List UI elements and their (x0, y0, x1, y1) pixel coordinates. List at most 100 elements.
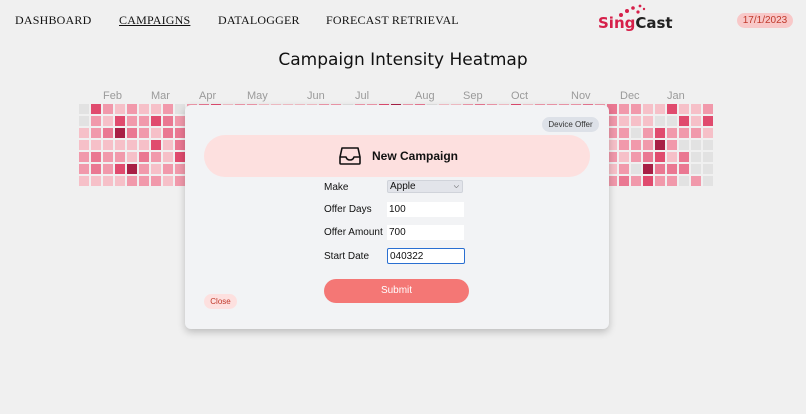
heatmap-cell (631, 116, 641, 126)
heatmap-cell (631, 176, 641, 186)
modal-header: New Campaign (204, 135, 590, 177)
page-title: Campaign Intensity Heatmap (278, 50, 528, 70)
heatmap-cell (631, 128, 641, 138)
heatmap-cell (115, 116, 125, 126)
heatmap-cell (91, 164, 101, 174)
heatmap-cell (139, 128, 149, 138)
heatmap-cell (163, 152, 173, 162)
heatmap-cell (115, 164, 125, 174)
heatmap-cell (163, 128, 173, 138)
logo-part-sing: Sing (598, 14, 636, 32)
offer-days-label: Offer Days (324, 204, 372, 215)
heatmap-cell (703, 140, 713, 150)
heatmap-cell (151, 128, 161, 138)
heatmap-cell (679, 140, 689, 150)
heatmap-cell (163, 104, 173, 114)
offer-days-input[interactable]: 100 (387, 202, 464, 217)
start-date-input[interactable]: 040322 (387, 248, 465, 264)
heatmap-cell (163, 176, 173, 186)
device-offer-badge[interactable]: Device Offer (542, 117, 599, 132)
heatmap-cell (703, 128, 713, 138)
heatmap-cell (667, 104, 677, 114)
heatmap-cell (151, 140, 161, 150)
heatmap-cell (703, 176, 713, 186)
heatmap-cell (691, 176, 701, 186)
heatmap-cell (91, 140, 101, 150)
heatmap-cell (79, 164, 89, 174)
heatmap-cell (79, 116, 89, 126)
heatmap-cell (115, 128, 125, 138)
nav-datalogger[interactable]: DATALOGGER (218, 13, 300, 28)
heatmap-cell (91, 128, 101, 138)
heatmap-cell (679, 116, 689, 126)
heatmap-cell (703, 116, 713, 126)
heatmap-cell (643, 104, 653, 114)
heatmap-cell (175, 140, 185, 150)
heatmap-cell (667, 164, 677, 174)
top-nav: DASHBOARD CAMPAIGNS DATALOGGER FORECAST … (0, 0, 806, 40)
heatmap-cell (151, 116, 161, 126)
heatmap-cell (619, 164, 629, 174)
heatmap-cell (79, 152, 89, 162)
heatmap-cell (631, 104, 641, 114)
heatmap-cell (127, 140, 137, 150)
new-campaign-modal: Device Offer New Campaign Make Apple ⌵ O… (185, 105, 609, 329)
heatmap-cell (175, 128, 185, 138)
heatmap-cell (163, 140, 173, 150)
heatmap-cell (79, 176, 89, 186)
heatmap-cell (667, 128, 677, 138)
heatmap-cell (679, 164, 689, 174)
heatmap-cell (667, 140, 677, 150)
heatmap-cell (139, 116, 149, 126)
heatmap-cell (91, 104, 101, 114)
heatmap-cell (655, 164, 665, 174)
heatmap-cell (655, 176, 665, 186)
heatmap-cell (691, 164, 701, 174)
nav-dashboard[interactable]: DASHBOARD (15, 13, 91, 28)
nav-forecast-retrieval[interactable]: FORECAST RETRIEVAL (326, 13, 459, 28)
logo-part-cast: Cast (635, 14, 673, 32)
offer-amount-input[interactable]: 700 (387, 225, 464, 240)
heatmap-cell (103, 104, 113, 114)
heatmap-cell (115, 104, 125, 114)
heatmap-cell (103, 152, 113, 162)
heatmap-cell (175, 152, 185, 162)
month-label: Aug (415, 90, 435, 102)
heatmap-cell (679, 152, 689, 162)
heatmap-cell (127, 116, 137, 126)
heatmap-cell (655, 152, 665, 162)
start-date-label: Start Date (324, 251, 370, 262)
heatmap-cell (151, 176, 161, 186)
close-button[interactable]: Close (204, 294, 237, 309)
heatmap-cell (79, 128, 89, 138)
heatmap-cell (655, 116, 665, 126)
heatmap-cell (139, 152, 149, 162)
heatmap-cell (127, 152, 137, 162)
heatmap-cell (103, 176, 113, 186)
heatmap-cell (115, 140, 125, 150)
heatmap-cell (655, 128, 665, 138)
heatmap-cell (175, 104, 185, 114)
submit-button[interactable]: Submit (324, 279, 469, 303)
heatmap-cell (175, 164, 185, 174)
heatmap-cell (667, 152, 677, 162)
heatmap-cell (667, 116, 677, 126)
make-label: Make (324, 182, 349, 193)
modal-title: New Campaign (372, 149, 459, 163)
nav-campaigns[interactable]: CAMPAIGNS (119, 13, 190, 28)
singcast-logo[interactable]: SingCast (598, 14, 673, 32)
heatmap-cell (127, 104, 137, 114)
heatmap-cell (691, 104, 701, 114)
heatmap-cell (163, 116, 173, 126)
heatmap-cell (103, 128, 113, 138)
heatmap-cell (619, 176, 629, 186)
make-select[interactable]: Apple ⌵ (387, 180, 463, 193)
heatmap-cell (79, 104, 89, 114)
heatmap-cell (619, 152, 629, 162)
offer-amount-label: Offer Amount (324, 227, 383, 238)
heatmap-cell (139, 176, 149, 186)
heatmap-cell (667, 176, 677, 186)
heatmap-month-labels: Feb Mar Apr May Jun Jul Aug Sep Oct Nov … (0, 90, 806, 104)
heatmap-cell (127, 164, 137, 174)
heatmap-cell (151, 104, 161, 114)
